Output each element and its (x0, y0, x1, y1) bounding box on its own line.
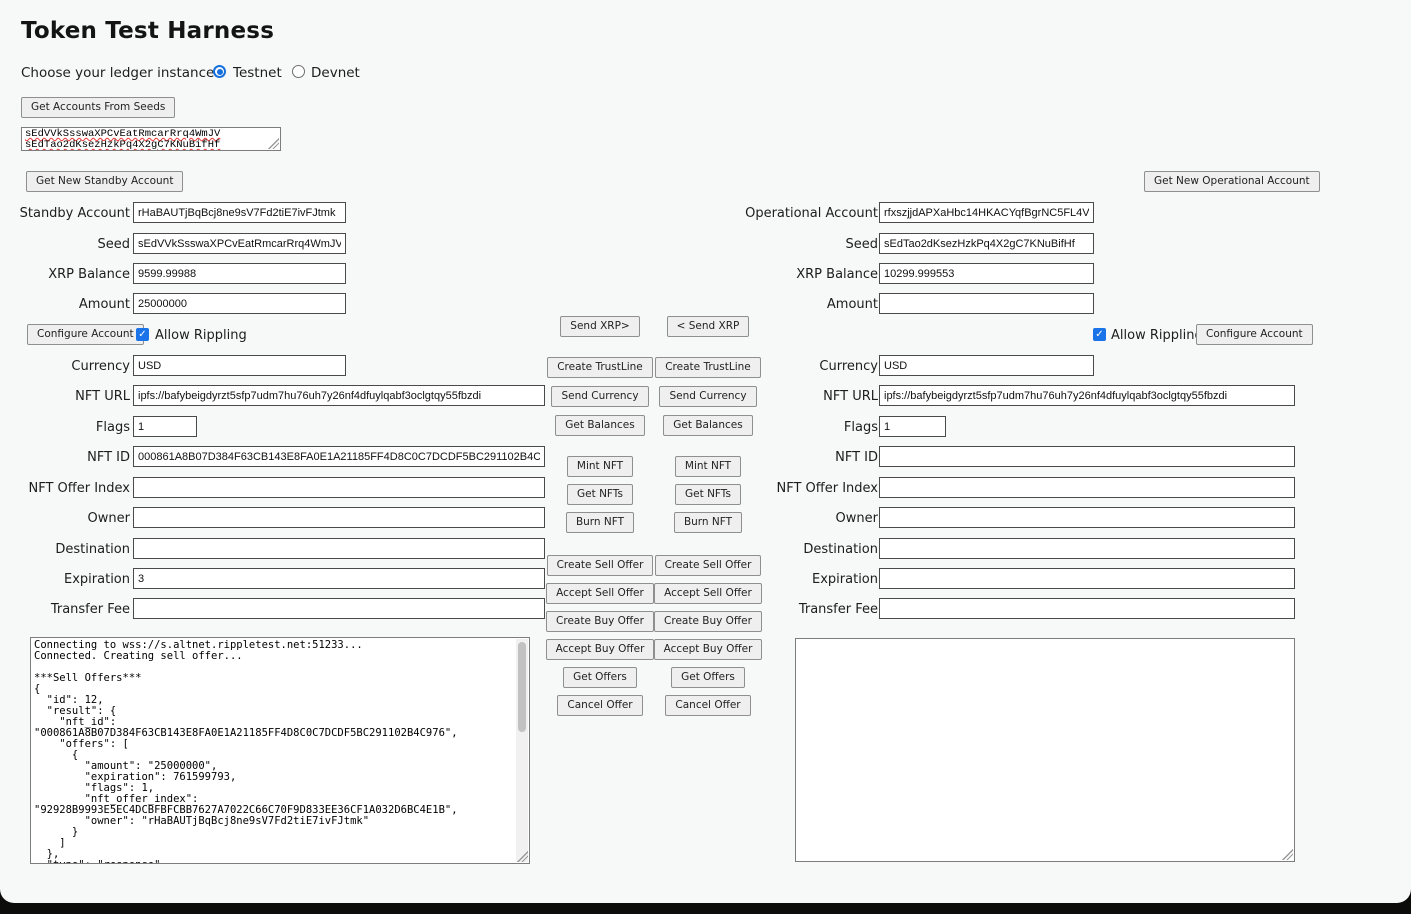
operational-operational-account-label: Operational Account (640, 206, 878, 221)
standby-mint-nft-button[interactable]: Mint NFT (567, 456, 633, 477)
token-test-harness-page: Token Test Harness Choose your ledger in… (0, 0, 1411, 903)
operational-xrp-balance-input[interactable] (879, 263, 1094, 284)
operational-xrp-balance-label: XRP Balance (640, 267, 878, 282)
middle-row-get-nfts: Get NFTs Get NFTs (546, 484, 762, 505)
operational-send-currency-button[interactable]: Send Currency (659, 386, 756, 407)
operational-burn-nft-button[interactable]: Burn NFT (674, 512, 742, 533)
operational-operational-account-row: Operational Account (0, 202, 1411, 223)
standby-results-log: Connecting to wss://s.altnet.rippletest.… (31, 638, 529, 864)
operational-seed-label: Seed (640, 237, 878, 252)
operational-results-resize-grip[interactable] (1282, 849, 1293, 860)
operational-allow-rippling-label[interactable]: Allow Rippling (1111, 328, 1203, 343)
middle-row-send-xrp-: Send XRP> < Send XRP (546, 316, 762, 337)
devnet-radio-label[interactable]: Devnet (311, 65, 360, 81)
operational-nft-url-input[interactable] (879, 385, 1295, 406)
standby-accept-sell-offer-button[interactable]: Accept Sell Offer (546, 583, 654, 604)
standby-results-textarea[interactable]: Connecting to wss://s.altnet.rippletest.… (30, 637, 530, 864)
operational-results-textarea[interactable] (795, 638, 1295, 862)
operational-amount-input[interactable] (879, 293, 1094, 314)
standby-send-xrp--button[interactable]: Send XRP> (560, 316, 639, 337)
operational-owner-input[interactable] (879, 507, 1295, 528)
standby-results-scrollbar-thumb[interactable] (518, 642, 526, 732)
operational-seed-input[interactable] (879, 233, 1094, 254)
operational-xrp-balance-row: XRP Balance (0, 263, 1411, 284)
operational-get-balances-button[interactable]: Get Balances (663, 415, 752, 436)
operational-flags-input[interactable] (879, 416, 946, 437)
middle-row-cancel-offer: Cancel Offer Cancel Offer (546, 695, 762, 716)
get-accounts-from-seeds-button[interactable]: Get Accounts From Seeds (21, 97, 175, 118)
ledger-instance-label: Choose your ledger instance: (21, 65, 219, 81)
get-new-operational-account-button[interactable]: Get New Operational Account (1144, 171, 1320, 192)
testnet-radio-label[interactable]: Testnet (233, 65, 282, 81)
operational-get-nfts-button[interactable]: Get NFTs (675, 484, 741, 505)
operational-results-log (796, 639, 1294, 643)
operational-create-trustline-button[interactable]: Create TrustLine (655, 357, 761, 378)
middle-row-create-buy-offer: Create Buy OfferCreate Buy Offer (546, 611, 762, 632)
middle-row-get-balances: Get Balances Get Balances (546, 415, 762, 436)
middle-row-send-currency: Send Currency Send Currency (546, 386, 762, 407)
middle-row-create-trustline: Create TrustLineCreate TrustLine (546, 357, 762, 378)
standby-accept-buy-offer-button[interactable]: Accept Buy Offer (546, 639, 655, 660)
middle-row-mint-nft: Mint NFT Mint NFT (546, 456, 762, 477)
standby-create-buy-offer-button[interactable]: Create Buy Offer (546, 611, 654, 632)
standby-results-scrollbar[interactable] (516, 639, 528, 862)
operational-destination-input[interactable] (879, 538, 1295, 559)
operational-accept-buy-offer-button[interactable]: Accept Buy Offer (654, 639, 763, 660)
operational-allow-rippling-checkbox[interactable]: ✓ (1093, 328, 1106, 341)
middle-row-create-sell-offer: Create Sell OfferCreate Sell Offer (546, 555, 762, 576)
operational-currency-input[interactable] (879, 355, 1094, 376)
testnet-radio[interactable] (213, 65, 226, 78)
middle-row-burn-nft: Burn NFT Burn NFT (546, 512, 762, 533)
operational-operational-account-input[interactable] (879, 202, 1094, 223)
standby-burn-nft-button[interactable]: Burn NFT (566, 512, 634, 533)
operational-expiration-input[interactable] (879, 568, 1295, 589)
middle-row-get-offers: Get Offers Get Offers (546, 667, 762, 688)
operational-amount-label: Amount (640, 297, 878, 312)
standby-get-balances-button[interactable]: Get Balances (555, 415, 644, 436)
operational-create-buy-offer-button[interactable]: Create Buy Offer (654, 611, 762, 632)
standby-create-sell-offer-button[interactable]: Create Sell Offer (547, 555, 654, 576)
operational-accept-sell-offer-button[interactable]: Accept Sell Offer (654, 583, 762, 604)
operational-get-offers-button[interactable]: Get Offers (671, 667, 745, 688)
operational-configure-account-button[interactable]: Configure Account (1196, 324, 1313, 345)
page-title: Token Test Harness (21, 18, 274, 44)
operational-nft-id-input[interactable] (879, 446, 1295, 467)
standby-send-currency-button[interactable]: Send Currency (551, 386, 648, 407)
standby-create-trustline-button[interactable]: Create TrustLine (547, 357, 653, 378)
get-new-standby-account-button[interactable]: Get New Standby Account (26, 171, 183, 192)
operational-amount-row: Amount (0, 293, 1411, 314)
operational-transfer-fee-input[interactable] (879, 598, 1295, 619)
operational-create-sell-offer-button[interactable]: Create Sell Offer (655, 555, 762, 576)
operational-nft-offer-index-input[interactable] (879, 477, 1295, 498)
seed-line-2: sEdTao2dKsezHzkPq4X2gC7KNuBifHf (25, 140, 277, 151)
middle-row-accept-sell-offer: Accept Sell OfferAccept Sell Offer (546, 583, 762, 604)
standby-get-offers-button[interactable]: Get Offers (563, 667, 637, 688)
seeds-resize-grip[interactable] (268, 138, 279, 149)
middle-row-accept-buy-offer: Accept Buy OfferAccept Buy Offer (546, 639, 762, 660)
standby-cancel-offer-button[interactable]: Cancel Offer (557, 695, 642, 716)
operational-seed-row: Seed (0, 233, 1411, 254)
seeds-textarea[interactable]: sEdVVkSsswaXPCvEatRmcarRrq4WmJVsEdTao2dK… (21, 127, 281, 151)
devnet-radio[interactable] (292, 65, 305, 78)
operational-mint-nft-button[interactable]: Mint NFT (675, 456, 741, 477)
operational-cancel-offer-button[interactable]: Cancel Offer (665, 695, 750, 716)
standby-get-nfts-button[interactable]: Get NFTs (567, 484, 633, 505)
standby-results-resize-grip[interactable] (517, 851, 528, 862)
operational--send-xrp-button[interactable]: < Send XRP (667, 316, 750, 337)
